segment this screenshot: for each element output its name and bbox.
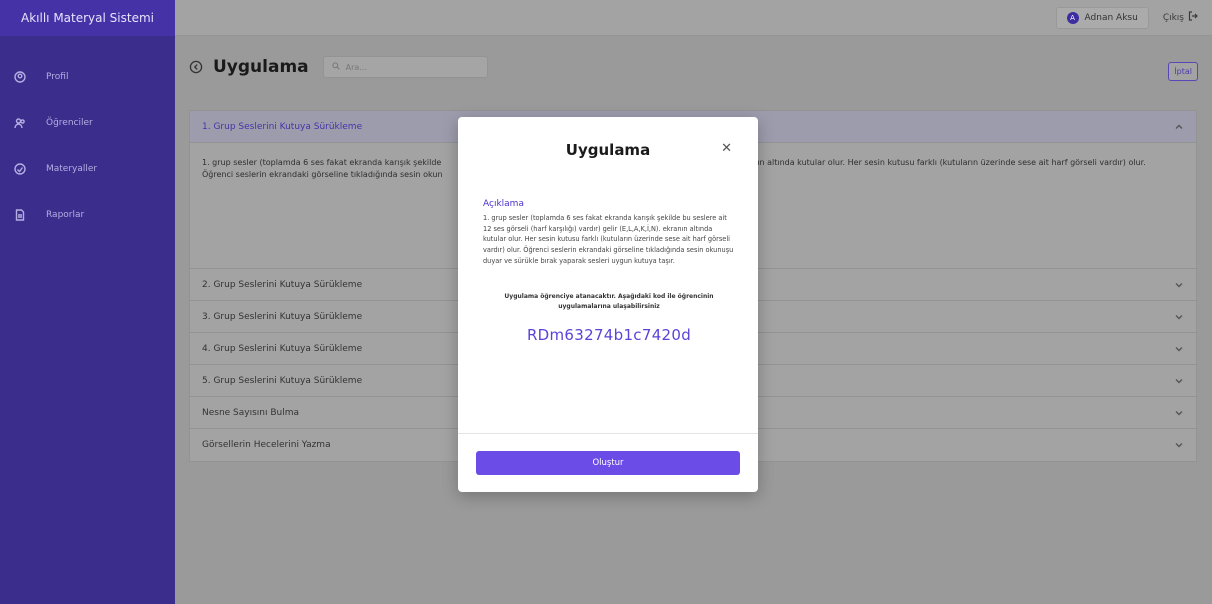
modal-dialog: Uygulama ✕ Açıklama 1. grup sesler (topl…	[458, 117, 758, 492]
page-title: Uygulama	[213, 57, 309, 77]
sidebar-item-label: Profil	[46, 72, 69, 82]
user-menu[interactable]: A Adnan Aksu	[1055, 6, 1149, 29]
accordion-item-label: 1. Grup Seslerini Kutuya Sürükleme	[202, 121, 363, 132]
topbar: A Adnan Aksu Çıkış	[175, 0, 1212, 36]
sidebar-item-label: Raporlar	[46, 210, 85, 220]
back-arrow-icon[interactable]	[189, 60, 203, 74]
sidebar-item-students[interactable]: Öğrenciler	[0, 100, 175, 146]
chevron-down-icon	[1174, 440, 1184, 450]
accordion-item-label: Nesne Sayısını Bulma	[202, 407, 300, 418]
divider	[458, 433, 758, 434]
sidebar-nav: Profil Öğrenciler Materyaller Raporlar	[0, 36, 175, 238]
chevron-up-icon	[1174, 122, 1184, 132]
modal-body: Açıklama 1. grup sesler (toplamda 6 ses …	[483, 199, 735, 344]
accordion-item-label: Görsellerin Hecelerini Yazma	[202, 440, 331, 450]
accordion-item-label: 2. Grup Seslerini Kutuya Sürükleme	[202, 279, 363, 290]
sidebar-item-materials[interactable]: Materyaller	[0, 146, 175, 192]
sidebar-item-label: Materyaller	[46, 164, 98, 174]
search-icon	[332, 62, 340, 72]
sidebar-item-profile[interactable]: Profil	[0, 54, 175, 100]
materials-icon	[14, 163, 26, 175]
logout-button[interactable]: Çıkış	[1163, 11, 1198, 24]
accordion-body-text: 1. grup sesler (toplamda 6 ses fakat ekr…	[202, 158, 442, 167]
logout-icon	[1188, 11, 1198, 24]
profile-icon	[14, 71, 26, 83]
chevron-down-icon	[1174, 344, 1184, 354]
page-header: Uygulama Ara...	[189, 56, 488, 78]
report-icon	[14, 209, 26, 221]
chevron-down-icon	[1174, 280, 1184, 290]
accordion-body-text: ranın altında kutular olur. Her sesin ku…	[744, 158, 1146, 167]
create-button[interactable]: Oluştur	[476, 451, 740, 475]
sidebar-item-reports[interactable]: Raporlar	[0, 192, 175, 238]
search-placeholder: Ara...	[345, 62, 367, 72]
chevron-down-icon	[1174, 408, 1184, 418]
app-brand: Akıllı Materyal Sistemi	[0, 0, 175, 36]
avatar: A	[1066, 11, 1079, 24]
user-name: Adnan Aksu	[1084, 12, 1138, 23]
search-input[interactable]: Ara...	[322, 56, 488, 78]
sidebar: Akıllı Materyal Sistemi Profil Öğrencile…	[0, 0, 175, 604]
modal-title: Uygulama	[565, 141, 651, 159]
assignment-note: Uygulama öğrenciye atanacaktır. Aşağıdak…	[504, 293, 714, 310]
accordion-item-label: 3. Grup Seslerini Kutuya Sürükleme	[202, 311, 363, 322]
accordion-item-label: 4. Grup Seslerini Kutuya Sürükleme	[202, 343, 363, 354]
cancel-button[interactable]: İptal	[1168, 62, 1198, 81]
accordion-body-text: Öğrenci seslerin ekrandaki görseline tık…	[202, 170, 443, 179]
close-icon[interactable]: ✕	[721, 141, 732, 156]
users-icon	[14, 117, 26, 129]
access-code: RDm63274b1c7420d	[526, 325, 692, 344]
sidebar-item-label: Öğrenciler	[46, 118, 93, 128]
logout-label: Çıkış	[1162, 12, 1184, 23]
accordion-item-label: 5. Grup Seslerini Kutuya Sürükleme	[202, 375, 363, 386]
description-title: Açıklama	[483, 199, 524, 209]
description-text: 1. grup sesler (toplamda 6 ses fakat ekr…	[483, 214, 734, 265]
chevron-down-icon	[1174, 312, 1184, 322]
chevron-down-icon	[1174, 376, 1184, 386]
